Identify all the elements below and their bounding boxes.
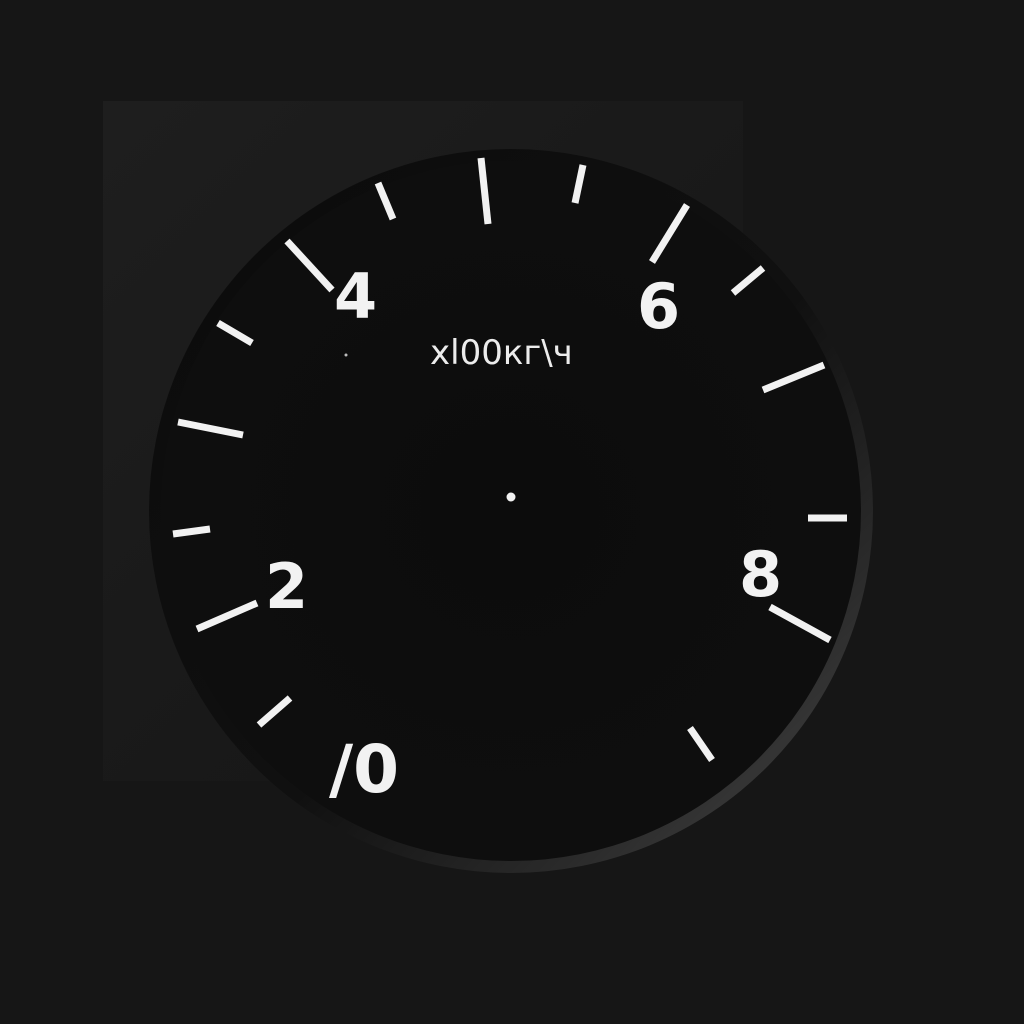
dial-speck — [344, 353, 348, 357]
scale-label-2: 2 — [265, 550, 308, 623]
scale-label-6: 6 — [637, 270, 680, 343]
needle-pivot — [506, 492, 516, 502]
gauge-face — [161, 161, 861, 861]
fuel-flow-gauge: /0 2 4 6 8 xl00кг\ч — [149, 149, 873, 873]
unit-label: xl00кг\ч — [430, 333, 573, 373]
instrument-screen: /0 2 4 6 8 xl00кг\ч — [0, 0, 1024, 1024]
scale-label-8: 8 — [739, 538, 782, 611]
scale-label-4: 4 — [334, 260, 377, 333]
scale-label-0: /0 — [329, 731, 399, 808]
tick-mark — [172, 525, 211, 538]
